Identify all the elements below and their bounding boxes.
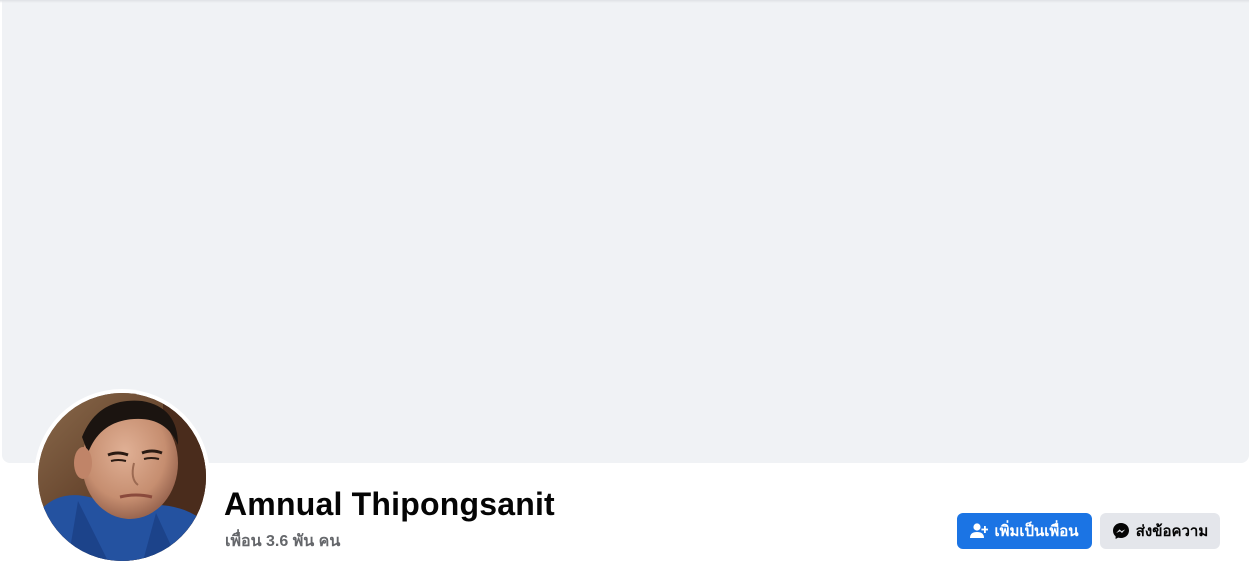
profile-picture[interactable] [38, 393, 206, 561]
add-friend-button[interactable]: เพิ่มเป็นเพื่อน [957, 513, 1092, 549]
cover-photo[interactable] [2, 0, 1249, 463]
header-shadow [0, 0, 1249, 3]
add-friend-icon [970, 522, 989, 540]
profile-picture-frame[interactable] [34, 389, 210, 565]
send-message-label: ส่งข้อความ [1135, 523, 1209, 540]
profile-name: Amnual Thipongsanit [224, 486, 555, 522]
friends-count-link[interactable]: เพื่อน 3.6 พัน คน [225, 529, 340, 554]
profile-photo-image [38, 393, 206, 561]
messenger-icon [1112, 522, 1130, 540]
add-friend-label: เพิ่มเป็นเพื่อน [994, 523, 1079, 540]
profile-page: Amnual Thipongsanit เพื่อน 3.6 พัน คน เพ… [0, 0, 1249, 581]
send-message-button[interactable]: ส่งข้อความ [1100, 513, 1220, 549]
